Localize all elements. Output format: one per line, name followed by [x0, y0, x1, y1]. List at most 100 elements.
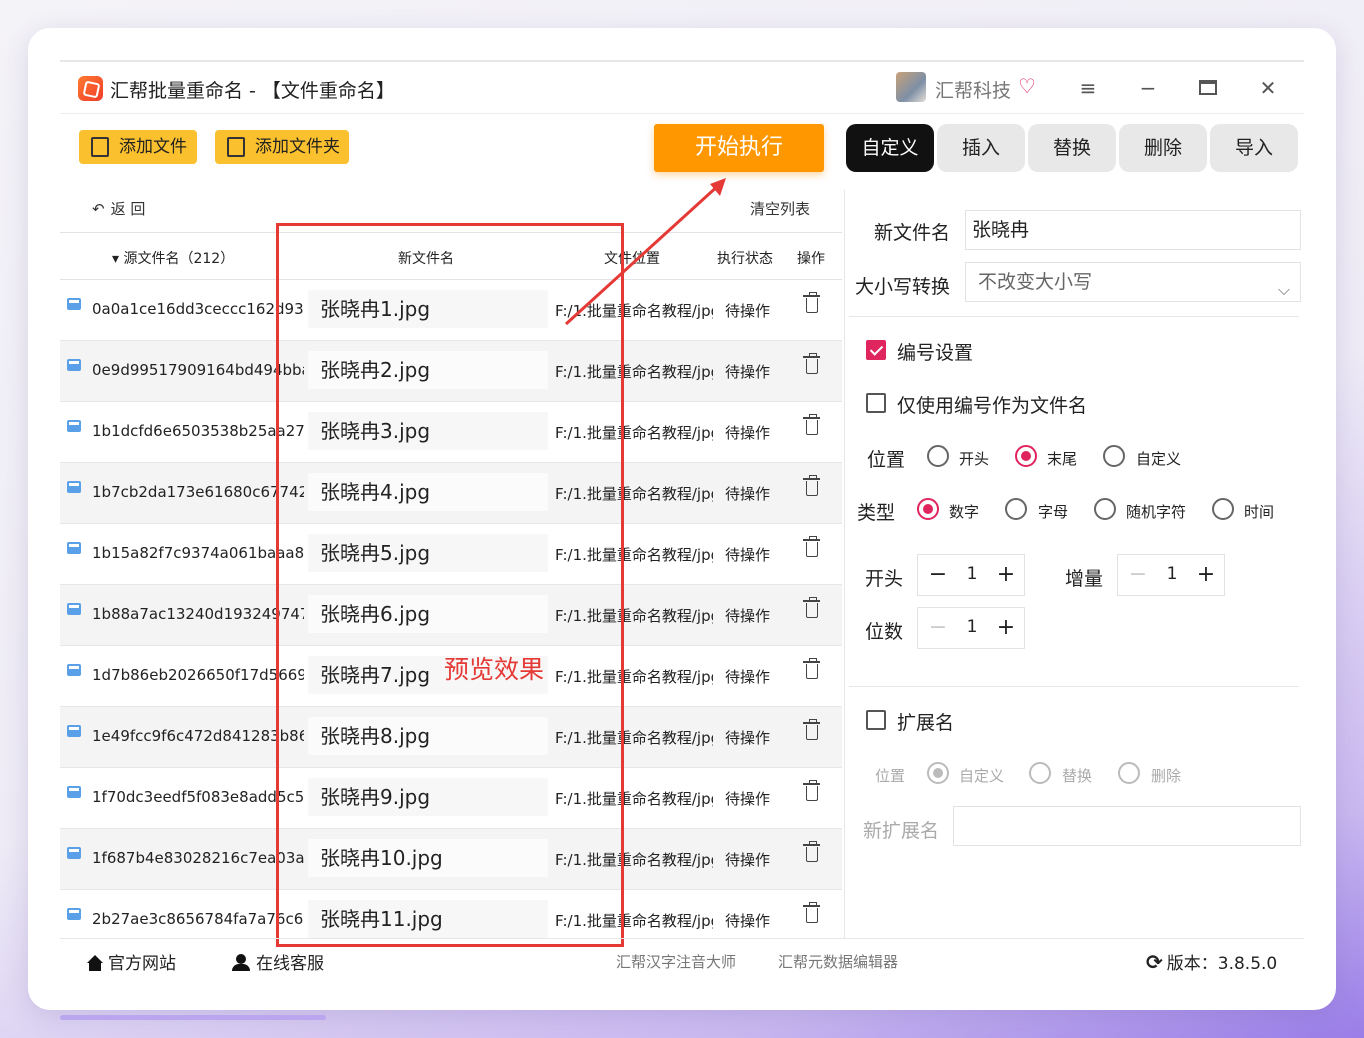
horizontal-scrollbar[interactable] [60, 1015, 326, 1020]
trash-icon[interactable] [803, 414, 820, 435]
ext-replace-label: 替换 [1062, 767, 1093, 785]
version-info[interactable]: ⟳ 版本：3.8.5.0 [1146, 949, 1277, 974]
tab-delete[interactable]: 删除 [1119, 124, 1207, 172]
start-plus-button[interactable]: + [994, 563, 1018, 587]
type-radio-random[interactable] [1094, 498, 1116, 520]
trash-icon[interactable] [803, 292, 820, 313]
status-badge: 待操作 [725, 912, 771, 930]
back-arrow-icon: ↶ [92, 200, 105, 218]
avatar[interactable] [896, 72, 926, 102]
file-icon [67, 359, 81, 371]
source-filename: 1d7b86eb2026650f17d56698c [92, 666, 304, 684]
case-label: 大小写转换 [855, 276, 951, 298]
vip-heart-icon[interactable]: ♡ [1018, 74, 1036, 98]
only-number-label: 仅使用编号作为文件名 [897, 395, 1088, 417]
back-label: 返 回 [110, 200, 146, 218]
status-badge: 待操作 [725, 851, 771, 869]
trash-icon[interactable] [803, 475, 820, 496]
digits-plus-button[interactable]: + [994, 616, 1018, 640]
file-icon [67, 847, 81, 859]
increment-value: 1 [1166, 564, 1178, 584]
add-file-label: 添加文件 [119, 137, 187, 157]
clear-list-button[interactable]: 清空列表 [750, 198, 810, 219]
position-radio-custom[interactable] [1103, 445, 1125, 467]
trash-icon[interactable] [803, 719, 820, 740]
increment-minus-button[interactable]: − [1126, 563, 1150, 587]
trash-icon[interactable] [803, 902, 820, 923]
add-file-button[interactable]: 添加文件 [79, 130, 197, 164]
file-icon [67, 542, 81, 554]
tab-import[interactable]: 导入 [1210, 124, 1298, 172]
trash-icon[interactable] [803, 841, 820, 862]
status-badge: 待操作 [725, 546, 771, 564]
case-select[interactable]: 不改变大小写 ⌵ [965, 262, 1301, 302]
type-time-label: 时间 [1244, 503, 1275, 521]
type-radio-letter[interactable] [1005, 498, 1027, 520]
file-icon [67, 908, 81, 920]
type-number-label: 数字 [949, 503, 980, 521]
start-stepper[interactable]: − 1 + [917, 554, 1025, 596]
ext-radio-delete[interactable] [1118, 762, 1140, 784]
start-minus-button[interactable]: − [926, 563, 950, 587]
new-name-input[interactable]: 张晓冉 [965, 210, 1301, 250]
digits-stepper[interactable]: − 1 + [917, 607, 1025, 649]
ext-radio-replace[interactable] [1029, 762, 1051, 784]
position-label: 位置 [867, 449, 906, 471]
status-badge: 待操作 [725, 607, 771, 625]
extension-checkbox[interactable] [866, 710, 886, 730]
website-link[interactable]: 官方网站 [86, 949, 176, 974]
trash-icon[interactable] [803, 536, 820, 557]
app-window: 汇帮批量重命名 - 【文件重命名】 汇帮科技 ♡ ≡ − ✕ 添加文件 添加文件… [60, 60, 1304, 984]
status-badge: 待操作 [725, 729, 771, 747]
numbering-checkbox[interactable] [866, 340, 886, 360]
window-title: 汇帮批量重命名 - 【文件重命名】 [110, 80, 395, 102]
maximize-icon[interactable] [1196, 76, 1220, 100]
folder-add-icon [227, 137, 245, 157]
service-icon [232, 954, 250, 971]
tab-replace[interactable]: 替换 [1028, 124, 1116, 172]
digits-value: 1 [966, 617, 978, 637]
file-icon [67, 481, 81, 493]
header-source[interactable]: ▾ 源文件名（212） [112, 248, 234, 268]
app-logo-icon [78, 76, 103, 101]
start-label: 开头 [865, 568, 904, 590]
file-icon [67, 603, 81, 615]
tab-custom[interactable]: 自定义 [846, 124, 934, 172]
service-link[interactable]: 在线客服 [232, 949, 324, 974]
status-badge: 待操作 [725, 668, 771, 686]
increment-stepper[interactable]: − 1 + [1117, 554, 1225, 596]
ext-delete-label: 删除 [1151, 767, 1182, 785]
add-folder-button[interactable]: 添加文件夹 [215, 130, 349, 164]
start-button[interactable]: 开始执行 [654, 124, 824, 172]
back-button[interactable]: ↶ 返 回 [92, 198, 145, 219]
trash-icon[interactable] [803, 597, 820, 618]
menu-icon[interactable]: ≡ [1076, 76, 1100, 100]
increment-plus-button[interactable]: + [1194, 563, 1218, 587]
position-radio-start[interactable] [927, 445, 949, 467]
footer-link-pinyin[interactable]: 汇帮汉字注音大师 [616, 951, 736, 972]
trash-icon[interactable] [803, 658, 820, 679]
tab-insert[interactable]: 插入 [937, 124, 1025, 172]
digits-minus-button[interactable]: − [926, 616, 950, 640]
header-action: 操作 [797, 251, 825, 267]
ext-position-label: 位置 [875, 767, 906, 785]
position-end-label: 末尾 [1047, 450, 1078, 468]
footer-link-metadata[interactable]: 汇帮元数据编辑器 [778, 951, 898, 972]
new-name-label: 新文件名 [874, 222, 951, 244]
title-bar: 汇帮批量重命名 - 【文件重命名】 汇帮科技 ♡ ≡ − ✕ [60, 62, 1304, 114]
position-radio-end[interactable] [1015, 445, 1037, 467]
type-radio-time[interactable] [1212, 498, 1234, 520]
status-badge: 待操作 [725, 485, 771, 503]
close-icon[interactable]: ✕ [1256, 76, 1280, 100]
footer-bar: 官方网站 在线客服 汇帮汉字注音大师 汇帮元数据编辑器 ⟳ 版本：3.8.5.0 [60, 938, 1304, 984]
source-filename: 0a0a1ce16dd3ceccc162d93de [92, 300, 304, 318]
annotation-arrow [564, 178, 726, 326]
trash-icon[interactable] [803, 780, 820, 801]
position-custom-label: 自定义 [1136, 450, 1182, 468]
ext-radio-custom[interactable] [927, 762, 949, 784]
only-number-checkbox[interactable] [866, 393, 886, 413]
minimize-icon[interactable]: − [1136, 76, 1160, 100]
new-ext-input[interactable] [953, 806, 1301, 846]
type-radio-number[interactable] [917, 498, 939, 520]
trash-icon[interactable] [803, 353, 820, 374]
